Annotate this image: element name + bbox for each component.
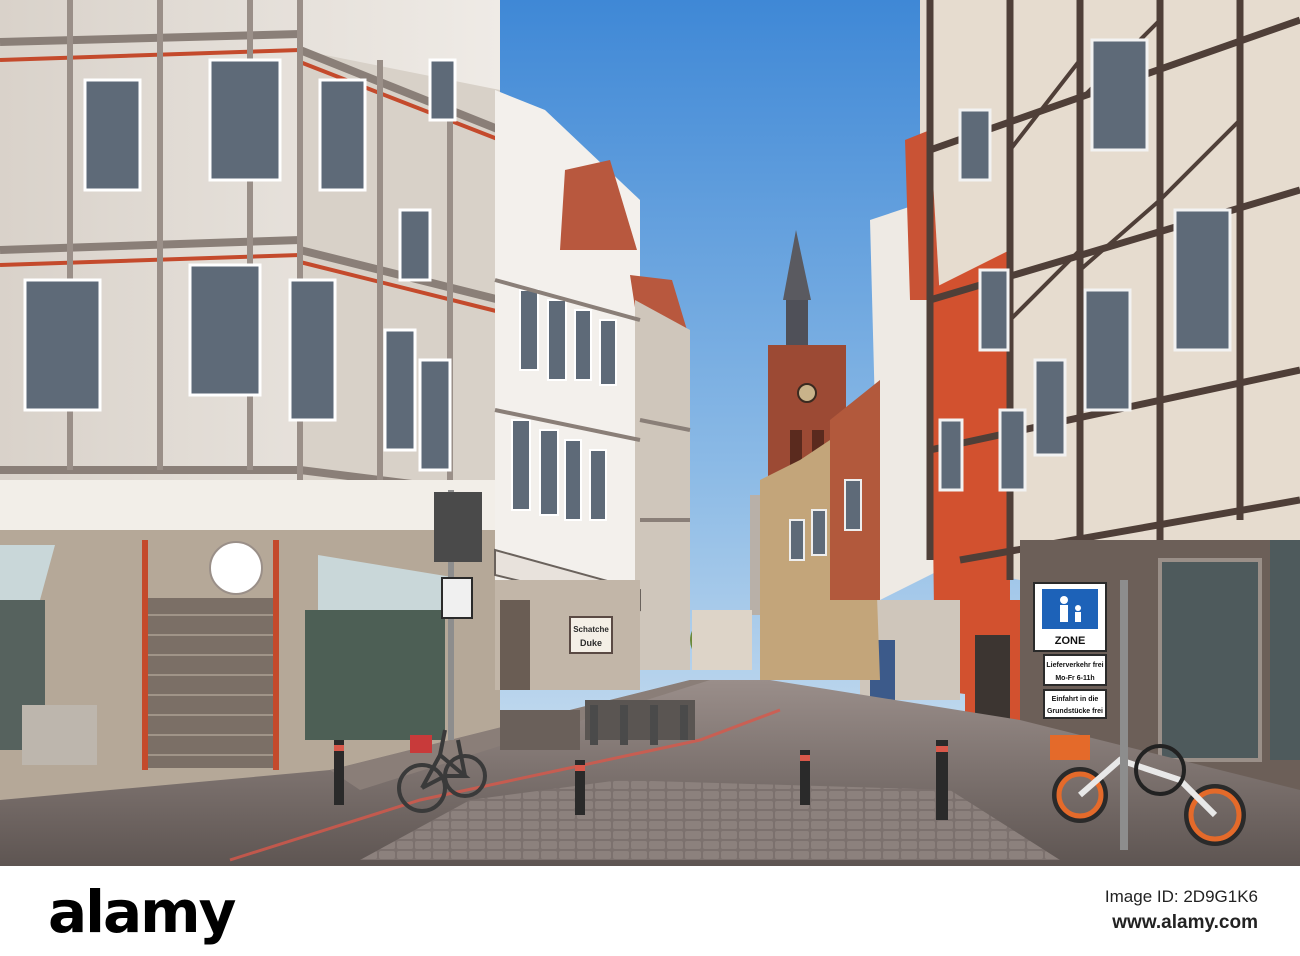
zone-sign: ZONE (1033, 582, 1107, 652)
svg-text:Lieferverkehr frei: Lieferverkehr frei (1046, 662, 1103, 669)
svg-text:Schatche: Schatche (573, 625, 609, 634)
delivery-sign: Lieferverkehr frei Mo-Fr 6-11h (1043, 654, 1107, 686)
alamy-logo: alamy (48, 878, 236, 946)
svg-text:Grundstücke frei: Grundstücke frei (1047, 708, 1103, 715)
image-id-label: Image ID: 2D9G1K6 (1104, 887, 1258, 906)
svg-text:Einfahrt in die: Einfahrt in die (1052, 696, 1099, 703)
image-id-block: Image ID: 2D9G1K6 www.alamy.com (1105, 884, 1258, 936)
cafe-chairs (585, 700, 695, 745)
entry-sign: Einfahrt in die Grundstücke frei (1043, 689, 1107, 719)
stock-watermark-bar: alamy Image ID: 2D9G1K6 www.alamy.com (0, 866, 1300, 956)
sign-pole (1120, 580, 1128, 850)
street-photo: Schatche Duke ZONE Lieferverkehr frei Mo… (0, 0, 1300, 866)
left-timber-house (0, 0, 502, 860)
image-url: www.alamy.com (1112, 912, 1258, 933)
svg-text:Duke: Duke (580, 638, 602, 648)
svg-text:ZONE: ZONE (1055, 635, 1086, 647)
svg-text:Mo-Fr 6-11h: Mo-Fr 6-11h (1055, 675, 1094, 682)
